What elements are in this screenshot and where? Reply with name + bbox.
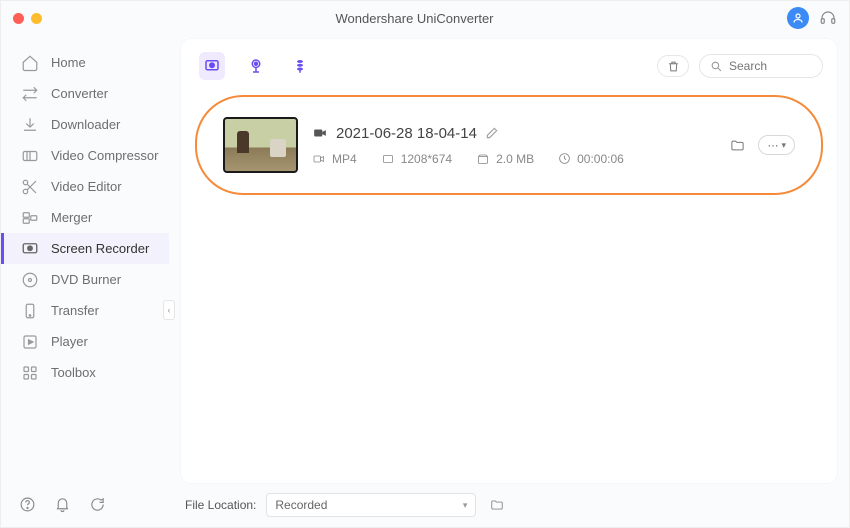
recording-size: 2.0 MB (496, 152, 534, 166)
compressor-icon (21, 147, 39, 165)
screen-recorder-icon (21, 240, 39, 258)
sidebar-item-downloader[interactable]: Downloader (1, 109, 169, 140)
chevron-down-icon: ▾ (781, 140, 786, 151)
home-icon (21, 54, 39, 72)
sidebar-item-screen-recorder[interactable]: Screen Recorder (1, 233, 169, 264)
support-icon[interactable] (819, 9, 837, 27)
footer-bar: File Location: Recorded ▾ (181, 483, 837, 517)
scissors-icon (21, 178, 39, 196)
window-controls (13, 13, 42, 24)
sidebar-item-converter[interactable]: Converter (1, 78, 169, 109)
search-input[interactable] (729, 59, 809, 73)
more-actions-button[interactable]: ⋯ ▾ (758, 135, 795, 155)
transfer-icon (21, 302, 39, 320)
file-location-value: Recorded (275, 498, 327, 512)
sidebar-item-compressor[interactable]: Video Compressor (1, 140, 169, 171)
sidebar-item-label: Downloader (51, 117, 120, 132)
sidebar-item-home[interactable]: Home (1, 47, 169, 78)
sidebar-item-label: Video Compressor (51, 148, 158, 163)
help-icon[interactable] (19, 496, 36, 513)
sidebar-item-editor[interactable]: Video Editor (1, 171, 169, 202)
main: 2021-06-28 18-04-14 MP4 1208*674 2.0 MB … (169, 35, 849, 527)
format-icon (312, 153, 326, 165)
sidebar-item-label: Merger (51, 210, 92, 225)
sidebar-item-toolbox[interactable]: Toolbox (1, 357, 169, 388)
recording-resolution: 1208*674 (401, 152, 452, 166)
recording-title: 2021-06-28 18-04-14 (336, 125, 477, 142)
sidebar-item-label: Toolbox (51, 365, 96, 380)
search-box[interactable] (699, 54, 823, 78)
search-icon (710, 60, 723, 73)
resolution-icon (381, 153, 395, 165)
sidebar: Home Converter Downloader Video Compress… (1, 35, 169, 527)
mode-audio-record[interactable] (287, 52, 313, 80)
sidebar-item-transfer[interactable]: Transfer (1, 295, 169, 326)
merger-icon (21, 209, 39, 227)
titlebar: Wondershare UniConverter (1, 1, 849, 35)
open-folder-icon[interactable] (729, 138, 746, 153)
converter-icon (21, 85, 39, 103)
bell-icon[interactable] (54, 496, 71, 513)
sidebar-item-dvd-burner[interactable]: DVD Burner (1, 264, 169, 295)
disc-icon (21, 271, 39, 289)
sidebar-item-label: Screen Recorder (51, 241, 149, 256)
chevron-down-icon: ▾ (463, 500, 468, 511)
content-panel: 2021-06-28 18-04-14 MP4 1208*674 2.0 MB … (181, 39, 837, 483)
open-location-button[interactable] (486, 494, 508, 516)
close-window-button[interactable] (13, 13, 24, 24)
sidebar-item-label: Converter (51, 86, 108, 101)
app-title: Wondershare UniConverter (42, 11, 787, 26)
user-avatar[interactable] (787, 7, 809, 29)
sidebar-item-label: Transfer (51, 303, 99, 318)
feedback-icon[interactable] (89, 496, 106, 513)
video-icon (312, 126, 328, 140)
sidebar-item-merger[interactable]: Merger (1, 202, 169, 233)
sidebar-item-label: Home (51, 55, 86, 70)
download-icon (21, 116, 39, 134)
delete-button[interactable] (657, 55, 689, 77)
sidebar-item-label: Player (51, 334, 88, 349)
toolbox-icon (21, 364, 39, 382)
minimize-window-button[interactable] (31, 13, 42, 24)
more-icon: ⋯ (767, 139, 778, 152)
play-icon (21, 333, 39, 351)
file-location-label: File Location: (185, 498, 256, 512)
recording-duration: 00:00:06 (577, 152, 624, 166)
rename-icon[interactable] (485, 126, 499, 140)
file-location-select[interactable]: Recorded ▾ (266, 493, 476, 517)
size-icon (476, 153, 490, 165)
sidebar-collapse-button[interactable]: ‹ (163, 300, 175, 320)
recording-format: MP4 (332, 152, 357, 166)
mode-webcam-record[interactable] (243, 52, 269, 80)
clock-icon (558, 152, 571, 165)
recording-thumbnail (223, 117, 298, 173)
sidebar-item-player[interactable]: Player (1, 326, 169, 357)
sidebar-item-label: DVD Burner (51, 272, 121, 287)
recording-item[interactable]: 2021-06-28 18-04-14 MP4 1208*674 2.0 MB … (195, 95, 823, 195)
mode-screen-record[interactable] (199, 52, 225, 80)
sidebar-item-label: Video Editor (51, 179, 122, 194)
